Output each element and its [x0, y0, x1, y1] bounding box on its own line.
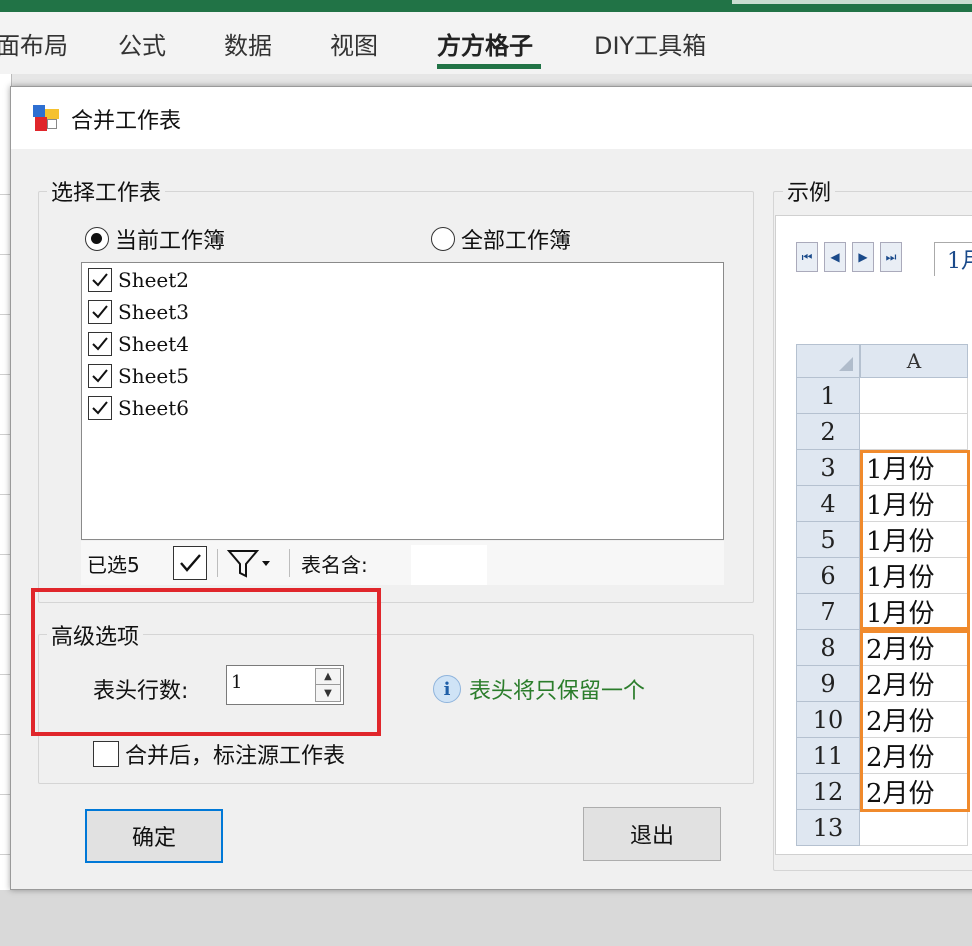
highlight-annotation [31, 588, 381, 736]
next-sheet-icon: ▶ [852, 242, 874, 272]
radio-all-workbooks-label: 全部工作簿 [461, 229, 572, 254]
january-group-highlight [860, 450, 970, 630]
radio-current-workbook[interactable]: 当前工作簿 [85, 223, 225, 255]
ribbon-top-bar [0, 0, 972, 12]
grid-row: 1 [796, 378, 972, 414]
radio-current-workbook-label: 当前工作簿 [115, 229, 226, 254]
tab-formulas[interactable]: 公式 [118, 26, 166, 61]
active-tab-underline [437, 64, 541, 69]
row-header: 7 [796, 594, 860, 630]
tab-data[interactable]: 数据 [224, 26, 272, 61]
row-header: 13 [796, 810, 860, 846]
sheet-nav-strip: ⏮ ◀ ▶ ⏭ 1月 [796, 242, 972, 276]
last-sheet-icon: ⏭ [880, 242, 902, 272]
row-header: 6 [796, 558, 860, 594]
row-header: 1 [796, 378, 860, 414]
select-sheets-group-label: 选择工作表 [47, 175, 166, 207]
first-sheet-icon: ⏮ [796, 242, 818, 272]
exit-button[interactable]: 退出 [583, 807, 721, 861]
mark-source-checkbox[interactable] [93, 741, 119, 767]
row-header: 5 [796, 522, 860, 558]
grid-corner [796, 344, 860, 378]
check-icon [180, 554, 201, 572]
february-group-highlight [860, 630, 970, 812]
grid-cell [860, 378, 968, 414]
dialog-title: 合并工作表 [71, 109, 182, 134]
title-bar-highlight [732, 0, 972, 4]
row-header: 2 [796, 414, 860, 450]
toolbar-separator [289, 549, 290, 577]
sheet-list-item[interactable]: Sheet5 [88, 361, 189, 391]
row-header: 8 [796, 630, 860, 666]
grid-cell [860, 414, 968, 450]
row-header: 12 [796, 774, 860, 810]
sheet-tab: 1月 [934, 242, 972, 276]
row-header: 11 [796, 738, 860, 774]
filter-button[interactable] [225, 547, 275, 579]
tab-diy-toolbox[interactable]: DIY工具箱 [594, 26, 706, 61]
filter-icon [226, 550, 270, 578]
grid-row: 2 [796, 414, 972, 450]
sheet-checkbox[interactable] [88, 396, 112, 420]
sheet-list-item[interactable]: Sheet2 [88, 265, 189, 295]
dialog-titlebar[interactable]: 合并工作表 [11, 87, 972, 149]
radio-all-workbooks-dot[interactable] [431, 227, 455, 251]
row-header: 10 [796, 702, 860, 738]
mark-source-label: 合并后，标注源工作表 [125, 744, 346, 769]
tab-view[interactable]: 视图 [330, 26, 378, 61]
sheet-checkbox[interactable] [88, 268, 112, 292]
sheet-checkbox[interactable] [88, 300, 112, 324]
sheet-name: Sheet5 [118, 364, 190, 388]
ok-button[interactable]: 确定 [85, 809, 223, 863]
example-preview: ⏮ ◀ ▶ ⏭ 1月 A 1 2 3 1月份 4 1月份 5 1月份 6 1月份 7 1月份 8 2月份 9… [775, 215, 972, 855]
column-header: A [860, 344, 968, 378]
tab-page-layout[interactable]: 面布局 [0, 26, 68, 61]
info-icon: i [433, 675, 461, 703]
radio-current-workbook-dot[interactable] [85, 227, 109, 251]
example-group-label: 示例 [783, 175, 836, 207]
name-contains-label: 表名含: [301, 553, 368, 577]
grid-row: 13 [796, 810, 972, 846]
mark-source-option[interactable]: 合并后，标注源工作表 [93, 738, 345, 770]
selected-count: 已选5 [87, 553, 140, 577]
sheet-name: Sheet6 [118, 396, 190, 420]
grid-cell [860, 810, 968, 846]
sheet-name: Sheet2 [118, 268, 190, 292]
radio-all-workbooks[interactable]: 全部工作簿 [431, 223, 571, 255]
row-header: 4 [796, 486, 860, 522]
name-contains-input[interactable] [411, 545, 487, 585]
row-header: 9 [796, 666, 860, 702]
header-info-text: 表头将只保留一个 [469, 679, 646, 704]
toolbar-separator [217, 549, 218, 577]
ribbon: 面布局 公式 数据 视图 方方格子 DIY工具箱 [0, 12, 972, 74]
sheet-checkbox[interactable] [88, 332, 112, 356]
sheet-checkbox[interactable] [88, 364, 112, 388]
sheet-list-item[interactable]: Sheet6 [88, 393, 189, 423]
row-header: 3 [796, 450, 860, 486]
merge-sheets-dialog: 合并工作表 选择工作表 当前工作簿 全部工作簿 Sheet2 Sheet3 Sh… [10, 86, 972, 890]
prev-sheet-icon: ◀ [824, 242, 846, 272]
background-statusbar [0, 890, 972, 946]
sheet-name: Sheet4 [118, 332, 190, 356]
app-icon [33, 105, 59, 131]
sheet-list-item[interactable]: Sheet3 [88, 297, 189, 327]
sheet-list-toolbar: 已选5 表名含: [81, 541, 724, 585]
sheet-list-item[interactable]: Sheet4 [88, 329, 189, 359]
tab-fangfang-gezi[interactable]: 方方格子 [437, 26, 533, 61]
sheet-list[interactable]: Sheet2 Sheet3 Sheet4 Sheet5 Sheet6 [81, 262, 724, 540]
select-all-button[interactable] [173, 546, 207, 580]
sheet-name: Sheet3 [118, 300, 190, 324]
